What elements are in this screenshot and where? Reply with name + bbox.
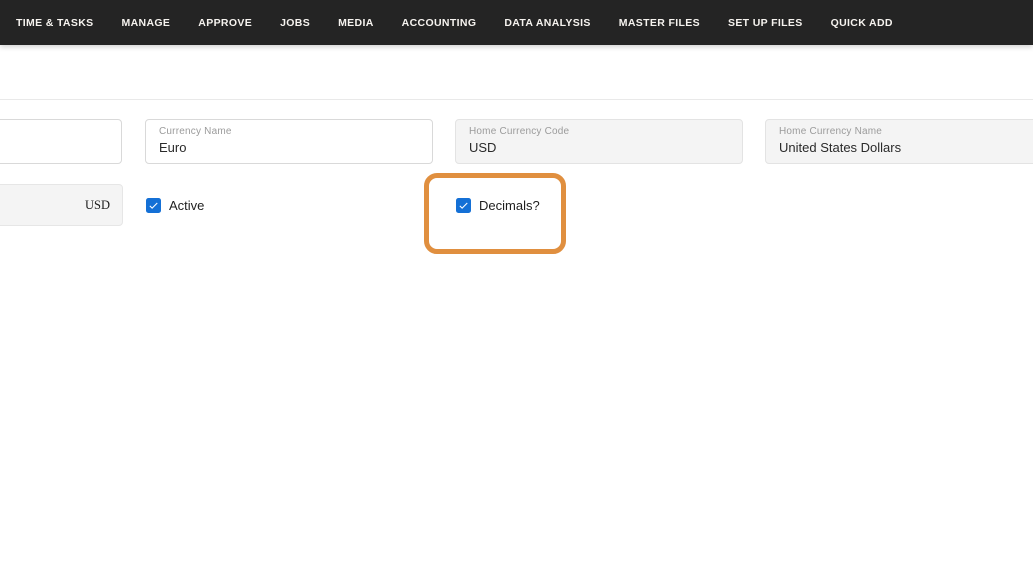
currency-name-field[interactable]: Currency Name Euro [145,119,433,164]
active-checkbox[interactable] [146,198,161,213]
nav-item-accounting[interactable]: ACCOUNTING [402,17,477,29]
nav-item-data-analysis[interactable]: DATA ANALYSIS [504,17,590,29]
check-icon [459,202,468,209]
nav-item-time-tasks[interactable]: TIME & TASKS [16,17,94,29]
top-nav: TIME & TASKS MANAGE APPROVE JOBS MEDIA A… [0,0,1033,45]
home-currency-code-label: Home Currency Code [469,126,570,137]
nav-item-set-up-files[interactable]: SET UP FILES [728,17,803,29]
nav-item-quick-add[interactable]: QUICK ADD [831,17,893,29]
active-checkbox-label: Active [169,198,205,213]
active-checkbox-group: Active [146,198,204,213]
nav-item-approve[interactable]: APPROVE [198,17,252,29]
currency-symbol-value: USD [84,197,110,212]
currency-name-label: Currency Name [159,126,232,137]
currency-setup-page: TIME & TASKS MANAGE APPROVE JOBS MEDIA A… [0,0,1033,576]
decimals-checkbox[interactable] [456,198,471,213]
nav-item-master-files[interactable]: MASTER FILES [619,17,700,29]
home-currency-name-value: United States Dollars [779,140,902,155]
home-currency-code-field[interactable]: Home Currency Code USD [455,119,743,164]
home-currency-code-value: USD [469,140,497,155]
nav-item-manage[interactable]: MANAGE [122,17,171,29]
decimals-checkbox-label: Decimals? [479,198,540,213]
currency-name-value: Euro [159,140,187,155]
nav-item-media[interactable]: MEDIA [338,17,374,29]
currency-code-field-partial[interactable] [0,119,122,164]
nav-item-jobs[interactable]: JOBS [280,17,310,29]
currency-symbol-field[interactable]: USD [0,184,123,226]
decimals-checkbox-group: Decimals? [456,198,540,213]
section-divider [0,99,1033,100]
decimals-highlight-box [424,173,566,254]
home-currency-name-label: Home Currency Name [779,126,883,137]
home-currency-name-field[interactable]: Home Currency Name United States Dollars [765,119,1033,164]
check-icon [149,202,158,209]
